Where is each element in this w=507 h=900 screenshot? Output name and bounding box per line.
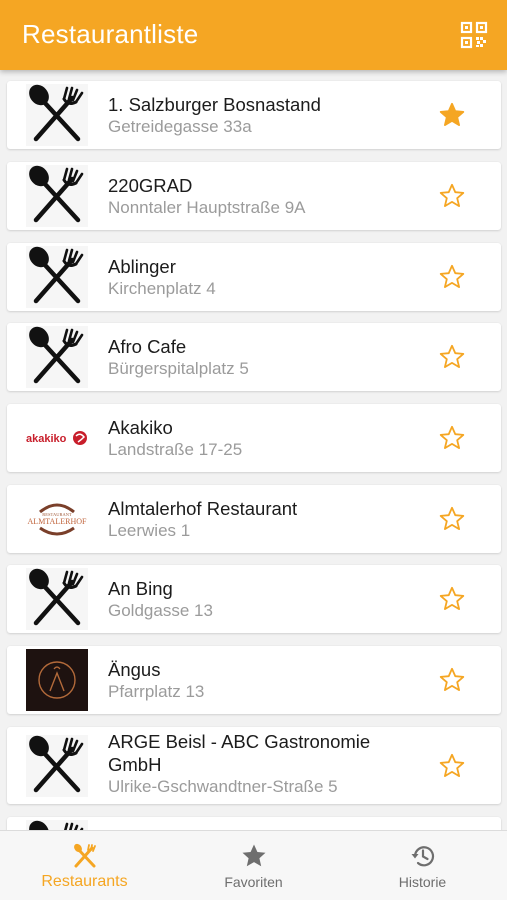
- restaurant-card[interactable]: 1. Salzburger Bosnastand Getreidegasse 33…: [7, 81, 501, 149]
- restaurant-address: Nonntaler Hauptstraße 9A: [108, 198, 306, 217]
- qr-scan-icon[interactable]: [460, 21, 488, 49]
- restaurant-name: 1. Salzburger Bosnastand: [108, 94, 321, 115]
- star-icon: [241, 843, 267, 869]
- favorite-star-icon[interactable]: [439, 425, 465, 451]
- favorite-star-icon[interactable]: [439, 344, 465, 370]
- restaurant-address: Goldgasse 13: [108, 601, 213, 620]
- cutlery-icon: [26, 165, 88, 227]
- akakiko-logo: akakiko: [26, 407, 88, 469]
- cutlery-icon: [26, 568, 88, 630]
- restaurant-address: Ulrike-Gschwandtner-Straße 5: [108, 777, 338, 796]
- restaurant-card[interactable]: Ablinger Kirchenplatz 4: [7, 243, 501, 311]
- tab-favoriten[interactable]: Favoriten: [169, 831, 338, 900]
- cutlery-icon: [26, 84, 88, 146]
- restaurant-icon: [72, 843, 98, 869]
- restaurant-card[interactable]: akakiko Akakiko Landstraße 17-25: [7, 404, 501, 472]
- cutlery-icon: [26, 735, 88, 797]
- tab-restaurants[interactable]: Restaurants: [0, 831, 169, 900]
- restaurant-name: Akakiko: [108, 417, 173, 438]
- history-icon: [410, 843, 436, 869]
- favorite-star-filled-icon[interactable]: [439, 102, 465, 128]
- restaurant-card[interactable]: ARGE Beisl - ABC Gastronomie GmbH Ulrike-…: [7, 727, 501, 804]
- restaurant-name: Almtalerhof Restaurant: [108, 498, 298, 519]
- restaurant-name: Ängus: [108, 659, 161, 680]
- svg-text:ALMTALERHOF: ALMTALERHOF: [28, 517, 87, 526]
- favorite-star-icon[interactable]: [439, 586, 465, 612]
- cutlery-icon: [26, 246, 88, 308]
- restaurant-address: Landstraße 17-25: [108, 440, 243, 459]
- restaurant-card[interactable]: Afro Cafe Bürgerspitalplatz 5: [7, 323, 501, 391]
- page-title: Restaurantliste: [22, 19, 199, 49]
- cutlery-icon: [26, 820, 88, 830]
- restaurant-card[interactable]: An Bing Goldgasse 13: [7, 565, 501, 633]
- restaurant-card[interactable]: Ängus Pfarrplatz 13: [7, 646, 501, 714]
- app-bar: Restaurantliste: [0, 0, 507, 70]
- restaurant-card[interactable]: RESTAURANT ALMTALERHOF Almtalerhof Restaur…: [7, 485, 501, 553]
- tab-label: Favoriten: [224, 874, 283, 890]
- restaurant-card-partial[interactable]: [7, 817, 501, 830]
- angus-logo: [26, 649, 88, 711]
- bottom-nav: Restaurants Favoriten Historie: [0, 830, 507, 900]
- restaurant-name: An Bing: [108, 578, 173, 599]
- favorite-star-icon[interactable]: [439, 753, 465, 779]
- favorite-star-icon[interactable]: [439, 506, 465, 532]
- favorite-star-icon[interactable]: [439, 183, 465, 209]
- tab-historie[interactable]: Historie: [338, 831, 507, 900]
- restaurant-address: Bürgerspitalplatz 5: [108, 359, 249, 378]
- restaurant-name: ARGE Beisl - ABC Gastronomie GmbH: [108, 731, 371, 775]
- tab-label: Historie: [398, 874, 447, 890]
- almtalerhof-logo: RESTAURANT ALMTALERHOF: [26, 488, 88, 550]
- restaurant-name: Afro Cafe: [108, 336, 187, 357]
- favorite-star-icon[interactable]: [439, 264, 465, 290]
- cutlery-icon: [26, 326, 88, 388]
- tab-label: Restaurants: [41, 873, 128, 890]
- restaurant-address: Kirchenplatz 4: [108, 279, 216, 298]
- svg-text:akakiko: akakiko: [26, 433, 67, 445]
- restaurant-name: Ablinger: [108, 256, 176, 277]
- restaurant-address: Getreidegasse 33a: [108, 117, 252, 136]
- restaurant-address: Leerwies 1: [108, 521, 191, 540]
- restaurant-card[interactable]: 220GRAD Nonntaler Hauptstraße 9A: [7, 162, 501, 230]
- restaurant-name: 220GRAD: [108, 175, 193, 196]
- restaurant-list[interactable]: 1. Salzburger Bosnastand Getreidegasse 33…: [0, 70, 507, 830]
- restaurant-address: Pfarrplatz 13: [108, 682, 205, 701]
- favorite-star-icon[interactable]: [439, 667, 465, 693]
